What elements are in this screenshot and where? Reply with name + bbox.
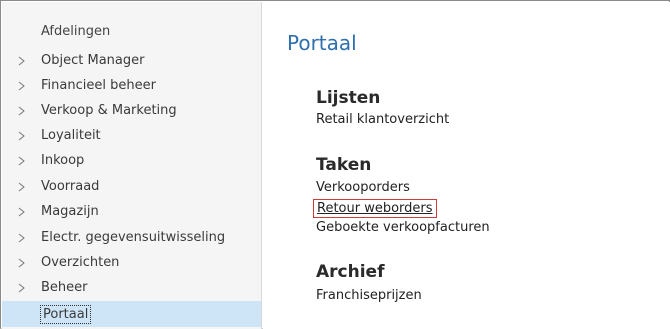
- chevron-right-icon[interactable]: [18, 250, 28, 276]
- sidebar-item-label: Magazijn: [41, 204, 99, 219]
- sidebar-item-object-manager[interactable]: Object Manager: [2, 48, 261, 74]
- chevron-right-icon[interactable]: [18, 148, 28, 174]
- sidebar-item-financieel-beheer[interactable]: Financieel beheer: [2, 73, 261, 99]
- chevron-right-icon[interactable]: [18, 73, 28, 99]
- sidebar-item-label: Inkoop: [41, 153, 85, 168]
- window-frame: Afdelingen Object Manager Financieel beh…: [0, 0, 670, 329]
- sidebar-item-portaal[interactable]: Portaal: [2, 301, 261, 327]
- chevron-right-icon[interactable]: [18, 225, 28, 251]
- sidebar-item-electr-gegevensuitwisseling[interactable]: Electr. gegevensuitwisseling: [2, 225, 261, 251]
- link-verkooporders[interactable]: Verkooporders: [316, 180, 410, 195]
- main-content: Portaal Lijsten Retail klantoverzicht Ta…: [263, 2, 670, 329]
- sidebar-item-overzichten[interactable]: Overzichten: [2, 250, 261, 276]
- sidebar-item-label: Portaal: [40, 305, 92, 324]
- sidebar-heading: Afdelingen: [41, 24, 111, 39]
- sidebar-item-label: Overzichten: [41, 255, 120, 270]
- sidebar-item-label: Financieel beheer: [41, 78, 156, 93]
- chevron-right-icon[interactable]: [18, 275, 28, 301]
- sidebar-item-voorraad[interactable]: Voorraad: [2, 174, 261, 200]
- sidebar-item-loyaliteit[interactable]: Loyaliteit: [2, 123, 261, 149]
- sidebar-item-label: Electr. gegevensuitwisseling: [41, 230, 226, 245]
- sidebar-item-label: Verkoop & Marketing: [41, 103, 177, 118]
- sidebar-item-beheer[interactable]: Beheer: [2, 275, 261, 301]
- link-geboekte-verkoopfacturen[interactable]: Geboekte verkoopfacturen: [316, 220, 490, 235]
- chevron-right-icon[interactable]: [18, 98, 28, 124]
- section-title-lijsten: Lijsten: [316, 88, 381, 108]
- section-title-archief: Archief: [316, 262, 385, 282]
- sidebar-item-label: Beheer: [41, 280, 88, 295]
- chevron-right-icon[interactable]: [18, 123, 28, 149]
- sidebar-item-label: Loyaliteit: [41, 128, 101, 143]
- sidebar-item-label: Object Manager: [41, 53, 145, 68]
- sidebar-item-magazijn[interactable]: Magazijn: [2, 199, 261, 225]
- chevron-right-icon[interactable]: [18, 174, 28, 200]
- sidebar-item-inkoop[interactable]: Inkoop: [2, 148, 261, 174]
- section-title-taken: Taken: [316, 155, 372, 175]
- chevron-right-icon[interactable]: [18, 199, 28, 225]
- chevron-right-icon[interactable]: [18, 48, 28, 74]
- link-retour-weborders[interactable]: Retour weborders: [313, 199, 437, 218]
- sidebar-item-verkoop-marketing[interactable]: Verkoop & Marketing: [2, 98, 261, 124]
- link-franchiseprijzen[interactable]: Franchiseprijzen: [316, 288, 422, 303]
- link-retail-klantoverzicht[interactable]: Retail klantoverzicht: [316, 112, 449, 127]
- page-title: Portaal: [287, 31, 357, 55]
- sidebar-item-label: Voorraad: [41, 179, 100, 194]
- sidebar: Afdelingen Object Manager Financieel beh…: [2, 2, 262, 329]
